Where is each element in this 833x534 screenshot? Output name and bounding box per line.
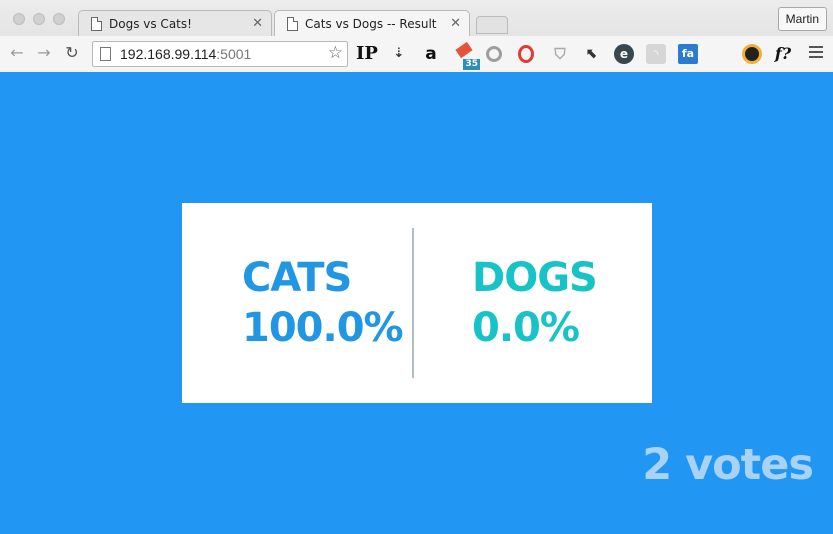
dogs-percent: 0.0% [472, 305, 580, 351]
cats-result: CATS 100.0% [242, 253, 404, 353]
new-tab-button[interactable] [476, 16, 508, 34]
minimize-window-button[interactable] [33, 13, 45, 25]
page-icon [287, 17, 298, 31]
toolbar: ← → ↻ 192.168.99.114:5001 ☆ IP ⇣ a 35 ⛉ … [0, 36, 833, 72]
tab-title: Cats vs Dogs -- Result [305, 17, 437, 31]
amazon-icon[interactable]: a [421, 44, 441, 64]
cats-label: CATS [242, 255, 352, 301]
close-window-button[interactable] [13, 13, 25, 25]
badge-count: 35 [463, 59, 480, 70]
rss-icon[interactable]: ◝ [646, 44, 666, 64]
dogs-result: DOGS 0.0% [472, 253, 598, 353]
tab-cats-vs-dogs-result[interactable]: Cats vs Dogs -- Result ✕ [274, 10, 470, 37]
vote-count: 2 votes [642, 440, 814, 490]
browser-chrome: Dogs vs Cats! ✕ Cats vs Dogs -- Result ✕… [0, 0, 833, 72]
camera-lens-icon[interactable] [742, 44, 762, 64]
shield-icon[interactable]: ⛉ [550, 44, 570, 64]
cursor-icon[interactable]: ⬉ [582, 44, 602, 64]
result-card: CATS 100.0% DOGS 0.0% [182, 203, 652, 403]
cats-percent: 100.0% [242, 305, 404, 351]
close-icon[interactable]: ✕ [450, 11, 461, 37]
fa-icon[interactable]: fa [678, 44, 698, 64]
dogs-label: DOGS [472, 255, 598, 301]
tab-title: Dogs vs Cats! [109, 17, 192, 31]
address-bar[interactable]: 192.168.99.114:5001 ☆ [92, 41, 348, 67]
ring-icon[interactable] [486, 46, 502, 62]
back-arrow-icon[interactable]: ← [6, 42, 28, 64]
close-icon[interactable]: ✕ [252, 11, 263, 37]
url-host: 192.168.99.114 [120, 46, 217, 62]
menu-icon[interactable] [809, 46, 823, 61]
f-question-icon[interactable]: f? [773, 44, 793, 64]
ip-icon[interactable]: IP [356, 44, 378, 64]
eraser-badge-icon[interactable]: 35 [454, 41, 480, 70]
profile-button[interactable]: Martin [777, 7, 827, 31]
url-port: :5001 [216, 46, 252, 62]
forward-arrow-icon[interactable]: → [33, 42, 55, 64]
divider [412, 228, 414, 378]
reload-icon[interactable]: ↻ [61, 42, 83, 64]
bookmark-star-icon[interactable]: ☆ [328, 43, 343, 63]
page-icon [91, 17, 102, 31]
page-info-icon[interactable] [100, 47, 111, 61]
opera-icon[interactable] [518, 45, 534, 63]
download-arrow-icon[interactable]: ⇣ [389, 44, 409, 64]
e-circle-icon[interactable]: e [614, 44, 634, 64]
zoom-window-button[interactable] [53, 13, 65, 25]
tab-dogs-vs-cats[interactable]: Dogs vs Cats! ✕ [78, 10, 272, 36]
url-text: 192.168.99.114:5001 [120, 46, 251, 62]
tab-strip: Dogs vs Cats! ✕ Cats vs Dogs -- Result ✕… [0, 0, 833, 37]
